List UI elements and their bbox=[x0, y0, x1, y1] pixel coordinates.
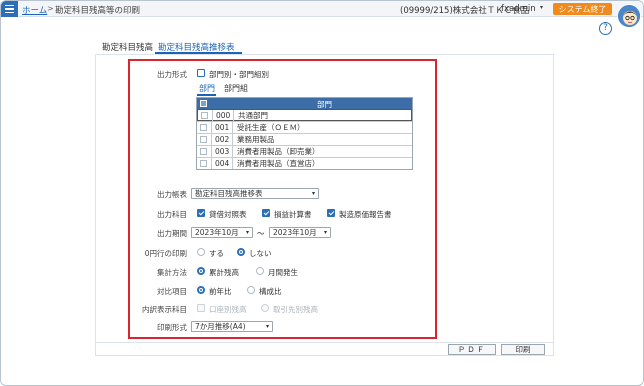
help-icon[interactable]: ? bbox=[599, 22, 612, 35]
highlight-box bbox=[128, 59, 437, 339]
exit-button[interactable]: システム終了 bbox=[553, 3, 612, 15]
pdf-button[interactable]: ＰＤＦ bbox=[448, 344, 496, 355]
breadcrumb-separator: > bbox=[47, 4, 54, 13]
print-button-label: 印刷 bbox=[515, 345, 531, 354]
menu-icon[interactable] bbox=[1, 1, 18, 17]
pdf-button-label: ＰＤＦ bbox=[457, 345, 487, 354]
tab-account-balance[interactable]: 勘定科目残高 bbox=[102, 41, 153, 53]
app-window: ホーム > 勘定科目残高等の印刷 (09999/215)株式会社ＴＫＣ食品 fx… bbox=[0, 0, 644, 386]
chevron-down-icon[interactable]: ▾ bbox=[540, 4, 543, 11]
page-title: 勘定科目残高等の印刷 bbox=[55, 6, 141, 16]
avatar-icon[interactable] bbox=[617, 4, 641, 28]
breadcrumb-home-link[interactable]: ホーム bbox=[22, 4, 47, 16]
user-menu[interactable]: fxadmin bbox=[501, 4, 536, 14]
print-button[interactable]: 印刷 bbox=[501, 344, 545, 355]
top-bar: ホーム > 勘定科目残高等の印刷 (09999/215)株式会社ＴＫＣ食品 fx… bbox=[1, 1, 643, 17]
exit-button-label: システム終了 bbox=[558, 4, 607, 14]
